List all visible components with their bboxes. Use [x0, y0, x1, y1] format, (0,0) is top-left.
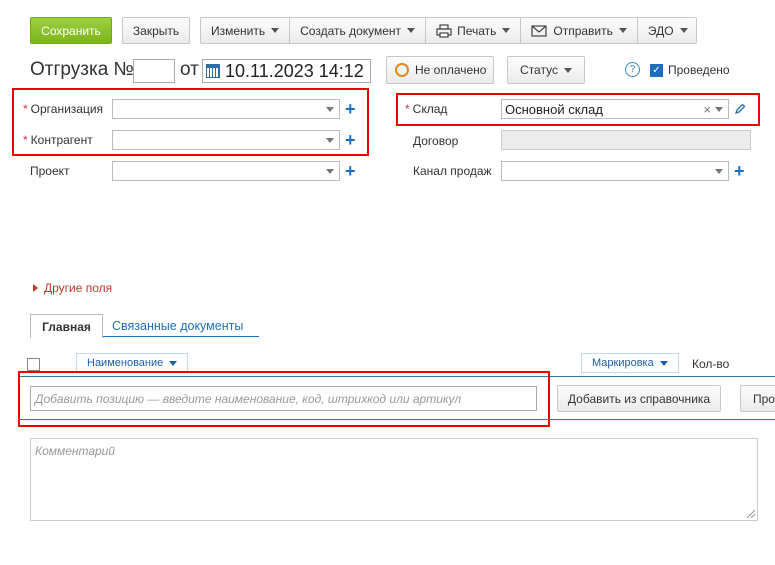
- counterparty-label: * Контрагент: [23, 133, 93, 147]
- contract-input[interactable]: [501, 130, 751, 150]
- edo-dropdown-button[interactable]: ЭДО: [638, 18, 698, 43]
- add-counterparty-icon[interactable]: +: [345, 131, 356, 149]
- page-title: Отгрузка №: [30, 59, 134, 80]
- chevron-down-icon: [271, 28, 280, 33]
- print-dropdown-button[interactable]: Печать: [426, 18, 522, 43]
- counterparty-label-text: Контрагент: [30, 133, 93, 147]
- status-label: Статус: [520, 63, 558, 77]
- payment-status-button[interactable]: Не оплачено: [386, 56, 494, 84]
- posted-checkbox[interactable]: ✓: [650, 64, 663, 77]
- column-header-quantity: Кол-во: [692, 357, 730, 371]
- date-from-label: от: [180, 59, 199, 80]
- clear-icon[interactable]: ×: [703, 102, 711, 117]
- warehouse-label: * Склад: [405, 102, 448, 116]
- chevron-down-icon: [563, 67, 572, 73]
- posted-label: Проведено: [668, 63, 730, 77]
- add-from-catalog-button[interactable]: Добавить из справочника: [557, 385, 721, 412]
- edit-label: Изменить: [211, 23, 266, 38]
- save-button[interactable]: Сохранить: [30, 17, 112, 44]
- calendar-icon[interactable]: [206, 64, 220, 78]
- help-icon[interactable]: ?: [625, 62, 640, 77]
- add-position-input[interactable]: Добавить позицию — введите наименование,…: [30, 386, 537, 411]
- tab-main[interactable]: Главная: [30, 314, 103, 338]
- sales-channel-label: Канал продаж: [413, 164, 492, 178]
- warehouse-select[interactable]: Основной склад ×: [501, 99, 729, 119]
- edo-label: ЭДО: [647, 23, 674, 38]
- column-header-marking[interactable]: Маркировка: [581, 353, 679, 373]
- document-date-input[interactable]: 10.11.2023 14:12: [202, 59, 371, 83]
- payment-status-label: Не оплачено: [415, 63, 487, 77]
- chevron-down-icon: [715, 107, 723, 112]
- document-number-input[interactable]: [133, 59, 175, 83]
- counterparty-select[interactable]: [112, 130, 340, 150]
- chevron-down-icon: [407, 28, 416, 33]
- add-sales-channel-icon[interactable]: +: [734, 162, 745, 180]
- resize-grip-icon[interactable]: [747, 510, 755, 518]
- send-label: Отправить: [553, 23, 613, 38]
- document-date-value: 10.11.2023 14:12: [225, 60, 364, 81]
- add-project-icon[interactable]: +: [345, 162, 356, 180]
- column-header-name[interactable]: Наименование: [76, 353, 188, 373]
- organization-select[interactable]: [112, 99, 340, 119]
- envelope-icon: [531, 24, 547, 37]
- comment-textarea[interactable]: Комментарий: [30, 438, 758, 521]
- action-button-group: Изменить Создать документ Печать Отправи…: [200, 17, 697, 44]
- create-document-label: Создать документ: [300, 23, 402, 38]
- chevron-down-icon: [502, 28, 511, 33]
- chevron-down-icon: [618, 28, 627, 33]
- chevron-down-icon: [679, 28, 688, 33]
- warehouse-label-text: Склад: [412, 102, 448, 116]
- chevron-down-icon: [169, 360, 178, 366]
- printer-icon: [436, 23, 452, 38]
- warehouse-value: Основной склад: [505, 101, 603, 117]
- contract-label: Договор: [413, 134, 459, 148]
- comment-placeholder: Комментарий: [35, 444, 116, 458]
- select-all-checkbox[interactable]: [27, 358, 40, 371]
- add-organization-icon[interactable]: +: [345, 100, 356, 118]
- edit-dropdown-button[interactable]: Изменить: [201, 18, 291, 43]
- pencil-icon[interactable]: [734, 103, 746, 115]
- chevron-down-icon: [326, 138, 334, 143]
- project-label: Проект: [30, 164, 70, 178]
- close-button[interactable]: Закрыть: [122, 17, 190, 44]
- status-dropdown-button[interactable]: Статус: [507, 56, 585, 84]
- other-fields-label: Другие поля: [44, 281, 113, 295]
- organization-label: * Организация: [23, 102, 104, 116]
- tab-underline: [103, 336, 259, 337]
- other-fields-toggle[interactable]: Другие поля: [33, 281, 112, 295]
- send-dropdown-button[interactable]: Отправить: [521, 18, 638, 43]
- create-document-dropdown-button[interactable]: Создать документ: [290, 18, 427, 43]
- print-label: Печать: [457, 23, 497, 38]
- table-footer-divider: [18, 419, 775, 420]
- chevron-down-icon: [326, 169, 334, 174]
- unpaid-circle-icon: [395, 63, 409, 77]
- column-marking-label: Маркировка: [592, 357, 654, 369]
- chevron-down-icon: [326, 107, 334, 112]
- organization-label-text: Организация: [30, 102, 104, 116]
- column-name-label: Наименование: [87, 357, 164, 369]
- project-select[interactable]: [112, 161, 340, 181]
- chevron-down-icon: [715, 169, 723, 174]
- triangle-right-icon: [33, 284, 38, 292]
- sales-channel-select[interactable]: [501, 161, 729, 181]
- more-button[interactable]: Про: [740, 385, 775, 412]
- tab-related-documents[interactable]: Связанные документы: [104, 314, 251, 338]
- chevron-down-icon: [659, 360, 668, 366]
